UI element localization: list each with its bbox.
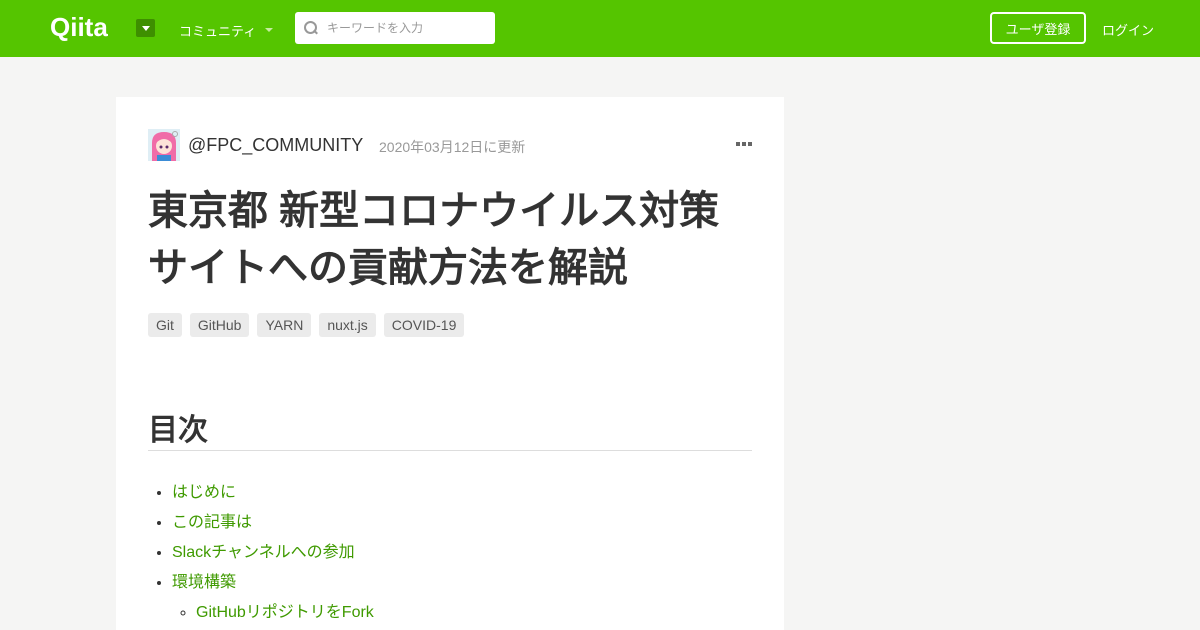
author-avatar[interactable] [148,129,180,161]
tag-list: Git GitHub YARN nuxt.js COVID-19 [148,313,465,337]
tag-yarn[interactable]: YARN [257,313,312,337]
toc-sub-list: GitHubリポジトリをFork [196,598,374,628]
title-line-2: サイトへの貢献方法を解説 [148,246,628,290]
toc-link-intro[interactable]: はじめに [172,484,236,501]
search-box [295,12,495,44]
toc-link-about[interactable]: この記事は [172,514,252,531]
community-label: コミュニティ [179,23,257,39]
logo-dropdown-button[interactable] [136,19,155,37]
svg-text:Qiita: Qiita [50,14,108,42]
toc-item: Slackチャンネルへの参加 [172,538,374,568]
toc-divider [148,450,752,451]
author-name[interactable]: @FPC_COMMUNITY [188,135,363,156]
more-dots-icon[interactable] [736,142,752,146]
article-title: 東京都 新型コロナウイルス対策 サイトへの貢献方法を解説 [148,183,748,297]
community-menu[interactable]: コミュニティ [179,21,274,39]
updated-date: 2020年03月12日に更新 [379,139,526,155]
toc-item: はじめに [172,478,374,508]
tag-nuxtjs[interactable]: nuxt.js [319,313,376,337]
qiita-logo[interactable]: Qiita [50,14,125,42]
toc-item: この記事は [172,508,374,538]
toc-link-setup[interactable]: 環境構築 [172,574,236,591]
tag-git[interactable]: Git [148,313,182,337]
toc-heading: 目次 [148,414,208,447]
top-header: Qiita コミュニティ ユーザ登録 ログイン [0,0,1200,57]
signup-button[interactable]: ユーザ登録 [990,12,1086,44]
toc-sub-item: GitHubリポジトリをFork [196,598,374,628]
toc-item: 環境構築 GitHubリポジトリをFork [172,568,374,628]
search-input[interactable] [327,21,477,35]
toc-link-fork[interactable]: GitHubリポジトリをFork [196,604,374,621]
toc-list: はじめに この記事は Slackチャンネルへの参加 環境構築 GitHubリポジ… [172,478,374,628]
caret-down-icon [265,28,274,32]
caret-down-icon [141,25,150,31]
toc-link-slack[interactable]: Slackチャンネルへの参加 [172,544,355,561]
tag-github[interactable]: GitHub [189,313,250,337]
article-card: @FPC_COMMUNITY 2020年03月12日に更新 東京都 新型コロナウ… [116,97,784,630]
search-icon [304,21,318,35]
title-line-1: 東京都 新型コロナウイルス対策 [148,189,720,233]
qiita-logo-mark: Qiita [50,14,108,42]
tag-covid-19[interactable]: COVID-19 [383,313,465,337]
login-link[interactable]: ログイン [1102,20,1154,39]
